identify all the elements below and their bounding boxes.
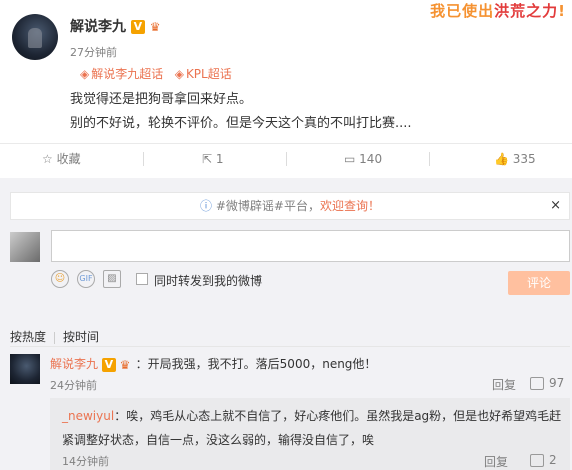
sub-reply-button[interactable]: 回复 (484, 453, 508, 470)
reply-button[interactable]: 回复 (492, 376, 516, 393)
repost-checkbox-label[interactable]: 同时转发到我的微博 (154, 272, 262, 289)
thumb-up-icon (530, 377, 544, 390)
comment-input[interactable] (51, 230, 570, 262)
crown-icon: ♛ (119, 357, 131, 372)
comment-text: ：开局我强，我不打。落后5000，neng他！ (135, 357, 377, 371)
post-time[interactable]: 27分钟前 (70, 44, 117, 60)
divider (143, 152, 144, 166)
favorite-label: 收藏 (56, 152, 81, 166)
sub-reply-text-block: _newiyul：唉，鸡毛从心态上就不自信了，好心疼他们。虽然我是ag粉，但是也… (62, 404, 562, 452)
comment-like-button[interactable]: 97 (530, 376, 564, 390)
comment-button[interactable]: ▭ 140 (344, 144, 382, 174)
sub-reply-text: ：唉，鸡毛从心态上就不自信了，好心疼他们。虽然我是ag粉，但是也好希望鸡毛赶紧调… (62, 409, 562, 447)
repost-checkbox[interactable] (136, 273, 148, 285)
comment-author-name[interactable]: 解说李九 (50, 357, 98, 371)
current-user-avatar (10, 232, 40, 262)
post-author-avatar[interactable] (12, 14, 58, 60)
banner-text-3: ! (558, 2, 566, 20)
divider (429, 152, 430, 166)
divider (54, 331, 56, 344)
post-body: 我觉得还是把狗哥拿回来好点。 别的不好说，轮换不评价。但是今天这个真的不叫打比赛… (70, 88, 412, 136)
verified-badge-icon: V (130, 20, 145, 34)
tab-sort-hot[interactable]: 按热度 (10, 330, 46, 344)
sub-reply-time: 14分钟前 (62, 455, 109, 468)
notice-text: #微博辟谣#平台， (215, 199, 320, 213)
sub-reply-like-count: 2 (549, 453, 557, 467)
thumb-up-icon (530, 454, 544, 467)
banner-text-1: 我已使出 (430, 2, 495, 20)
repost-button[interactable]: ⇱ 1 (202, 144, 224, 174)
post-author-row: 解说李九 V ♛ (70, 16, 166, 36)
comment-icon: ▭ (344, 152, 356, 166)
comment-avatar[interactable] (10, 354, 40, 384)
repost-icon: ⇱ (202, 152, 213, 166)
comment-count: 140 (359, 152, 383, 166)
notice-link[interactable]: 欢迎查询！ (320, 199, 380, 213)
divider (10, 346, 570, 347)
supertopic-row: ◈ 解说李九超话 ◈ KPL超话 (80, 65, 232, 82)
sub-reply-author[interactable]: _newiyul (62, 409, 114, 423)
composer-tools: ☺ GIF ▨ (51, 270, 129, 290)
like-button[interactable]: 👍 335 (494, 144, 536, 174)
sub-reply-like-button[interactable]: 2 (530, 453, 557, 467)
action-bar: ☆ 收藏 ⇱ 1 ▭ 140 👍 335 (0, 143, 572, 173)
supertopic-icon: ◈ (174, 67, 184, 81)
crown-icon: ♛ (149, 20, 161, 34)
post-line: 我觉得还是把狗哥拿回来好点。 (70, 92, 253, 107)
image-icon[interactable]: ▨ (103, 270, 121, 288)
comment-text-row: 解说李九 V ♛ ：开局我强，我不打。落后5000，neng他！ (50, 355, 376, 372)
sort-tabs: 按热度 按时间 (10, 328, 99, 345)
comment-like-count: 97 (549, 376, 565, 390)
like-count: 335 (512, 152, 536, 166)
thumb-up-icon: 👍 (494, 152, 509, 166)
post-author-name[interactable]: 解说李九 (70, 19, 126, 35)
favorite-button[interactable]: ☆ 收藏 (42, 144, 81, 174)
tab-sort-time[interactable]: 按时间 (63, 330, 99, 344)
repost-count: 1 (215, 152, 224, 166)
banner-text-2: 洪荒之力 (494, 2, 559, 20)
supertopic-link-1[interactable]: 解说李九超话 (91, 67, 163, 81)
promo-banner: 我已使出洪荒之力! (430, 0, 566, 21)
submit-comment-button[interactable]: 评论 (508, 271, 570, 295)
supertopic-icon: ◈ (80, 67, 90, 81)
verified-badge-icon: V (101, 357, 116, 372)
comment-time: 24分钟前 (50, 379, 97, 392)
close-icon[interactable]: × (550, 193, 561, 219)
divider (286, 152, 287, 166)
supertopic-link-2[interactable]: KPL超话 (186, 67, 232, 81)
post-line: 别的不好说，轮换不评价。但是今天这个真的不叫打比赛.... (70, 116, 412, 131)
rumor-notice: ⓘ #微博辟谣#平台，欢迎查询！ × (10, 192, 570, 220)
gif-icon[interactable]: GIF (77, 270, 95, 288)
info-icon: ⓘ (200, 199, 213, 213)
star-icon: ☆ (42, 152, 53, 166)
smiley-icon[interactable]: ☺ (51, 270, 69, 288)
